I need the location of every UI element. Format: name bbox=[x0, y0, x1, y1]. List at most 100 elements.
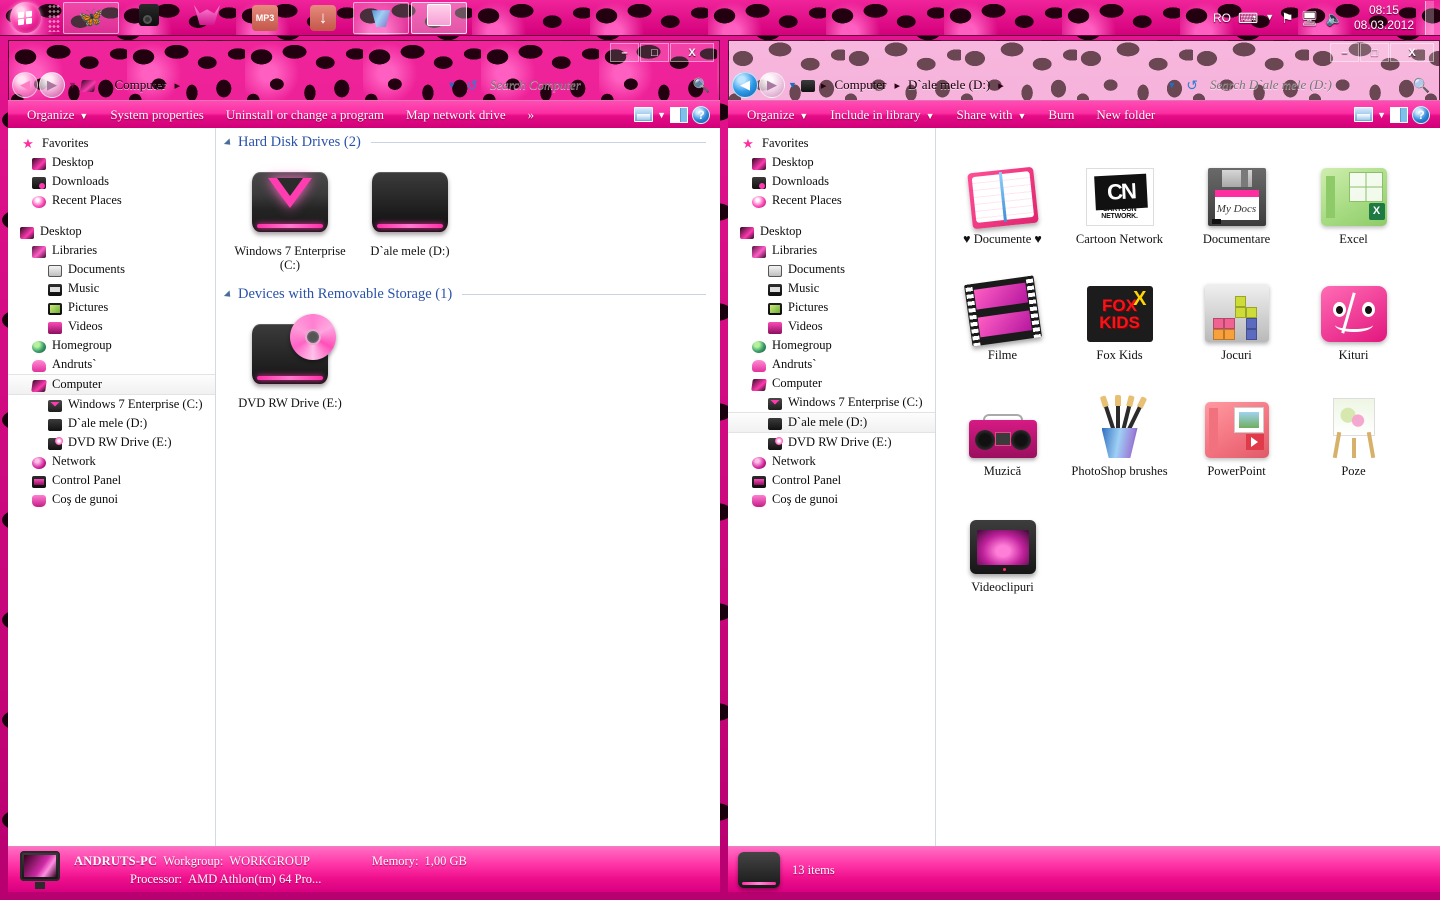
command-toolbar[interactable]: Organize▼System propertiesUninstall or c… bbox=[8, 100, 720, 128]
collapse-triangle-icon[interactable] bbox=[224, 290, 233, 299]
refresh-icon[interactable]: ↺ bbox=[462, 77, 482, 94]
address-bar[interactable]: ◀ ▶ ▼ ▸ Computer ▸ ▼ ↺ 🔍 bbox=[8, 70, 720, 100]
change-view-icon[interactable] bbox=[634, 107, 653, 122]
sidebar-item-network[interactable]: Network bbox=[728, 452, 935, 471]
breadcrumb-item-computer[interactable]: Computer bbox=[829, 76, 891, 94]
taskbar-item-media-device-app[interactable] bbox=[121, 2, 177, 34]
close-button[interactable]: X bbox=[670, 43, 714, 62]
breadcrumb-separator[interactable]: ▸ bbox=[997, 79, 1005, 92]
flag-icon[interactable]: ⚑ bbox=[1281, 11, 1294, 25]
window-titlebar[interactable]: – □ X ◀ ▶ ▼ ▸ Computer ▸ D`ale mele (D:)… bbox=[728, 40, 1440, 108]
breadcrumb-separator[interactable]: ▸ bbox=[173, 79, 181, 92]
taskbar[interactable]: 🦋 MP3↓ RO ⌨ ▼ ⚑ 🖥 🔈 08:15 08.03.2012 bbox=[0, 0, 1440, 36]
toolbar-organize[interactable]: Organize▼ bbox=[16, 104, 99, 126]
drive-tile[interactable]: Windows 7 Enterprise (C:) bbox=[230, 159, 350, 280]
sidebar-item-recent-places[interactable]: Recent Places bbox=[8, 191, 215, 210]
toolbar-[interactable]: » bbox=[517, 104, 546, 126]
chevron-down-icon[interactable]: ▼ bbox=[1265, 13, 1274, 22]
folder-item[interactable]: PhotoShop brushes bbox=[1061, 372, 1178, 488]
folder-item[interactable]: Poze bbox=[1295, 372, 1412, 488]
collapse-triangle-icon[interactable] bbox=[224, 138, 233, 147]
sidebar-item-downloads[interactable]: Downloads bbox=[728, 172, 935, 191]
sidebar-item-network[interactable]: Network bbox=[8, 452, 215, 471]
taskbar-item-butterfly-app[interactable]: 🦋 bbox=[63, 2, 119, 34]
breadcrumb-item-computer[interactable]: Computer bbox=[109, 76, 171, 94]
sidebar-item-favorites[interactable]: ★Favorites bbox=[728, 134, 935, 153]
volume-icon[interactable]: 🔈 bbox=[1326, 11, 1343, 25]
sidebar-item-dvd-rw-drive-e[interactable]: DVD RW Drive (E:) bbox=[728, 433, 935, 452]
history-dropdown-icon[interactable]: ▼ bbox=[788, 80, 797, 90]
clock[interactable]: 08:15 08.03.2012 bbox=[1350, 3, 1418, 33]
sidebar-item-documents[interactable]: Documents bbox=[8, 260, 215, 279]
forward-button[interactable]: ▶ bbox=[759, 72, 785, 98]
address-bar[interactable]: ◀ ▶ ▼ ▸ Computer ▸ D`ale mele (D:) ▸ ▼ ↺… bbox=[728, 70, 1440, 100]
section-header[interactable]: Devices with Removable Storage (1) bbox=[216, 280, 720, 305]
sidebar-item-pictures[interactable]: Pictures bbox=[8, 298, 215, 317]
taskbar-item-download-manager[interactable]: ↓ bbox=[295, 2, 351, 34]
breadcrumb-separator[interactable]: ▸ bbox=[100, 79, 108, 92]
sidebar-item-control-panel[interactable]: Control Panel bbox=[8, 471, 215, 490]
explorer-window-computer[interactable]: – □ X ◀ ▶ ▼ ▸ Computer ▸ ▼ ↺ 🔍 bbox=[8, 40, 720, 892]
sidebar-item-homegroup[interactable]: Homegroup bbox=[8, 336, 215, 355]
sidebar-item-d-ale-mele-d[interactable]: D`ale mele (D:) bbox=[728, 412, 935, 433]
folder-item[interactable]: CNCARTOON NETWORK.Cartoon Network bbox=[1061, 140, 1178, 256]
search-icon[interactable]: 🔍 bbox=[1413, 77, 1430, 94]
start-button[interactable] bbox=[4, 1, 46, 35]
keyboard-icon[interactable]: ⌨ bbox=[1238, 11, 1258, 25]
sidebar-item-downloads[interactable]: Downloads bbox=[8, 172, 215, 191]
search-icon[interactable]: 🔍 bbox=[693, 77, 710, 94]
sidebar-item-computer[interactable]: Computer bbox=[728, 374, 935, 393]
sidebar-item-co-de-gunoi[interactable]: Coş de gunoi bbox=[728, 490, 935, 509]
close-button[interactable]: X bbox=[1390, 43, 1434, 62]
refresh-icon[interactable]: ↺ bbox=[1182, 77, 1202, 94]
taskbar-item-mp3-file[interactable]: MP3 bbox=[237, 2, 293, 34]
folder-item[interactable]: Videoclipuri bbox=[944, 488, 1061, 604]
sidebar-item-recent-places[interactable]: Recent Places bbox=[728, 191, 935, 210]
taskbar-item-fox-app[interactable] bbox=[179, 2, 235, 34]
toolbar-burn[interactable]: Burn bbox=[1037, 104, 1085, 126]
section-header[interactable]: Hard Disk Drives (2) bbox=[216, 128, 720, 153]
breadcrumb-separator[interactable]: ▸ bbox=[893, 79, 901, 92]
breadcrumb[interactable]: ▸ Computer ▸ bbox=[81, 74, 441, 96]
breadcrumb-item-drive[interactable]: D`ale mele (D:) bbox=[903, 76, 995, 94]
taskbar-item-explorer-window[interactable] bbox=[411, 2, 467, 34]
content-pane[interactable]: Hard Disk Drives (2) Windows 7 Enterprise… bbox=[216, 128, 720, 846]
breadcrumb-separator[interactable]: ▸ bbox=[820, 79, 828, 92]
sidebar-item-d-ale-mele-d[interactable]: D`ale mele (D:) bbox=[8, 414, 215, 433]
sidebar-item-windows-7-enterprise-c[interactable]: Windows 7 Enterprise (C:) bbox=[728, 393, 935, 412]
folder-item[interactable]: Muzică bbox=[944, 372, 1061, 488]
search-input[interactable] bbox=[490, 77, 689, 93]
folder-item[interactable]: Jocuri bbox=[1178, 256, 1295, 372]
view-dropdown-icon[interactable]: ▼ bbox=[657, 110, 666, 120]
preview-pane-icon[interactable] bbox=[1390, 107, 1408, 123]
sidebar-item-libraries[interactable]: Libraries bbox=[8, 241, 215, 260]
sidebar-item-dvd-rw-drive-e[interactable]: DVD RW Drive (E:) bbox=[8, 433, 215, 452]
sidebar-item-music[interactable]: Music bbox=[8, 279, 215, 298]
forward-button[interactable]: ▶ bbox=[39, 72, 65, 98]
toolbar-include-in-library[interactable]: Include in library▼ bbox=[819, 104, 945, 126]
sidebar-item-favorites[interactable]: ★Favorites bbox=[8, 134, 215, 153]
network-icon[interactable]: 🖥 bbox=[1301, 11, 1319, 25]
sidebar-item-desktop[interactable]: Desktop bbox=[8, 153, 215, 172]
command-toolbar[interactable]: Organize▼Include in library▼Share with▼B… bbox=[728, 100, 1440, 128]
maximize-button[interactable]: □ bbox=[1360, 43, 1389, 62]
sidebar-item-desktop[interactable]: Desktop bbox=[8, 222, 215, 241]
sidebar-item-desktop[interactable]: Desktop bbox=[728, 222, 935, 241]
sidebar-item-andruts[interactable]: Andruts` bbox=[8, 355, 215, 374]
navigation-pane[interactable]: ★FavoritesDesktopDownloadsRecent PlacesD… bbox=[8, 128, 216, 846]
sidebar-item-co-de-gunoi[interactable]: Coş de gunoi bbox=[8, 490, 215, 509]
view-dropdown-icon[interactable]: ▼ bbox=[1377, 110, 1386, 120]
show-desktop-button[interactable] bbox=[1425, 1, 1434, 35]
taskbar-grip[interactable] bbox=[48, 4, 60, 32]
sidebar-item-videos[interactable]: Videos bbox=[8, 317, 215, 336]
language-indicator[interactable]: RO bbox=[1213, 11, 1231, 25]
sidebar-item-videos[interactable]: Videos bbox=[728, 317, 935, 336]
toolbar-organize[interactable]: Organize▼ bbox=[736, 104, 819, 126]
address-dropdown-icon[interactable]: ▼ bbox=[441, 80, 462, 90]
minimize-button[interactable]: – bbox=[610, 43, 639, 62]
back-button[interactable]: ◀ bbox=[732, 72, 758, 98]
toolbar-map-network-drive[interactable]: Map network drive bbox=[395, 104, 517, 126]
sidebar-item-pictures[interactable]: Pictures bbox=[728, 298, 935, 317]
folder-item[interactable]: XExcel bbox=[1295, 140, 1412, 256]
search-input[interactable] bbox=[1210, 77, 1409, 93]
